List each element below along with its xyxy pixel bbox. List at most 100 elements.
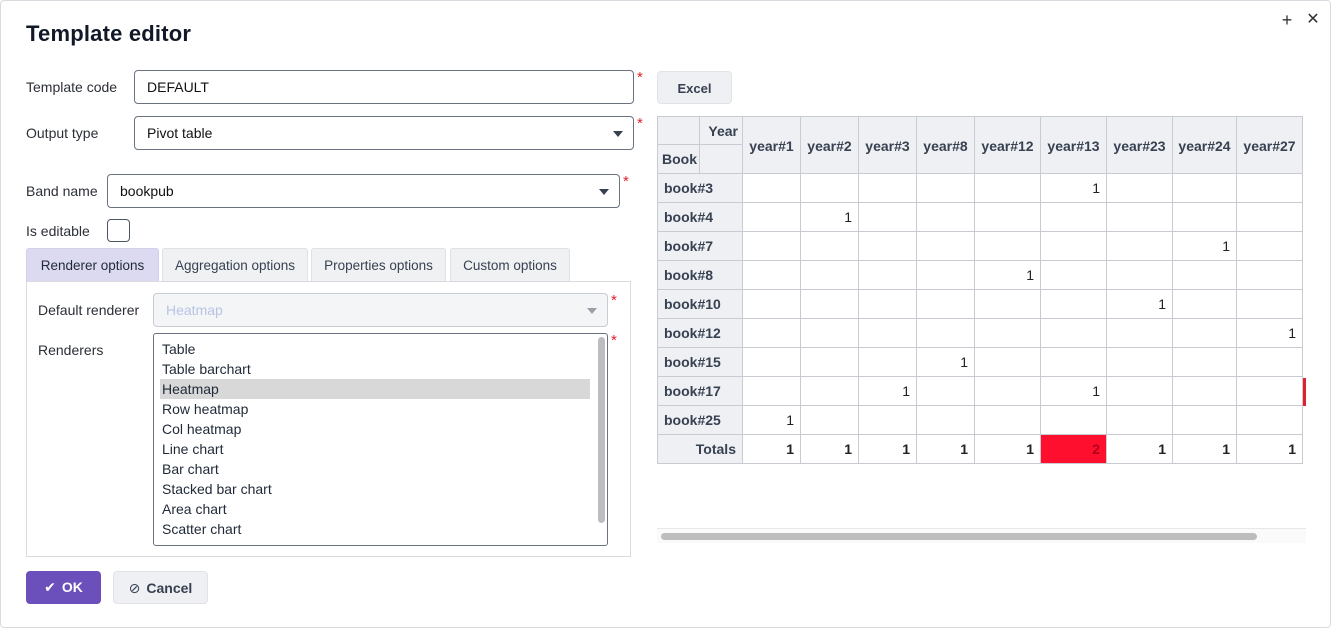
pivot-cell-value <box>1237 290 1303 319</box>
pivot-cell-value: 1 <box>917 348 975 377</box>
pivot-cell-value <box>743 203 801 232</box>
pivot-cell-value <box>917 232 975 261</box>
pivot-cell-value <box>801 174 859 203</box>
renderers-listbox[interactable]: Table Table barchart Heatmap Row heatmap Col… <box>153 333 608 546</box>
excel-export-button[interactable]: Excel <box>657 71 732 104</box>
pivot-cell-value <box>975 348 1041 377</box>
pivot-cell-value <box>917 319 975 348</box>
pivot-cell-value <box>975 174 1041 203</box>
pivot-total-value: 1 <box>1173 435 1237 464</box>
band-name-value: bookpub <box>120 183 174 199</box>
pivot-cell-value <box>1041 290 1107 319</box>
pivot-col-header: year#3 <box>859 116 917 174</box>
pivot-corner-blank <box>700 145 743 174</box>
pivot-cell-value <box>975 319 1041 348</box>
pivot-cell-value: 1 <box>743 406 801 435</box>
pivot-cell-value <box>1041 348 1107 377</box>
is-editable-checkbox[interactable] <box>107 219 130 242</box>
pivot-col-header: year#8 <box>917 116 975 174</box>
renderer-option[interactable]: Scatter chart <box>160 519 590 539</box>
pivot-cell-value <box>859 319 917 348</box>
pivot-total-value: 1 <box>917 435 975 464</box>
pivot-cell-value <box>1237 203 1303 232</box>
pivot-cell-value <box>975 232 1041 261</box>
close-icon[interactable]: ✕ <box>1303 10 1323 30</box>
tab-aggregation-options[interactable]: Aggregation options <box>162 248 308 282</box>
tab-custom-options[interactable]: Custom options <box>450 248 570 282</box>
pivot-cell-value <box>859 261 917 290</box>
ok-button[interactable]: ✔ OK <box>26 571 101 604</box>
tab-renderer-options[interactable]: Renderer options <box>26 248 159 282</box>
renderer-option[interactable]: Area chart <box>160 499 590 519</box>
tab-properties-options[interactable]: Properties options <box>311 248 446 282</box>
dialog-title: Template editor <box>26 21 192 46</box>
required-marker: * <box>611 292 617 309</box>
pivot-cell-value <box>1107 261 1173 290</box>
pivot-cell-value <box>859 406 917 435</box>
pivot-cell-value <box>1237 261 1303 290</box>
pivot-cell-value: 1 <box>1107 290 1173 319</box>
pivot-row-header: book#10 <box>657 290 743 319</box>
pivot-cell-value <box>743 348 801 377</box>
pivot-cell-value: 1 <box>1041 174 1107 203</box>
pivot-cell-value <box>1107 377 1173 406</box>
pivot-row-header: book#17 <box>657 377 743 406</box>
pivot-cell-value <box>743 261 801 290</box>
default-renderer-label: Default renderer <box>38 302 140 318</box>
pivot-col-header: year#12 <box>975 116 1041 174</box>
required-marker: * <box>637 115 643 132</box>
pivot-cell-value <box>859 174 917 203</box>
pivot-col-header: year#13 <box>1041 116 1107 174</box>
pivot-cell-value <box>917 406 975 435</box>
horizontal-scroll-thumb[interactable] <box>661 533 1257 540</box>
cancel-button[interactable]: ⊘ Cancel <box>113 571 208 604</box>
pivot-cell-value <box>917 203 975 232</box>
pivot-cell-value <box>1173 203 1237 232</box>
cancel-circle-icon: ⊘ <box>128 580 141 596</box>
pivot-cell-value <box>1173 290 1237 319</box>
pivot-cell-value <box>801 290 859 319</box>
pivot-cell-value <box>1041 261 1107 290</box>
horizontal-scrollbar[interactable] <box>657 528 1306 543</box>
band-name-select[interactable]: bookpub <box>107 174 620 208</box>
pivot-col-header: year#27 <box>1237 116 1303 174</box>
renderer-option[interactable]: Table barchart <box>160 359 590 379</box>
cancel-label: Cancel <box>146 580 193 596</box>
pivot-total-value: 2 <box>1041 435 1107 464</box>
pivot-cell-value <box>1237 232 1303 261</box>
pivot-cell-value <box>1173 319 1237 348</box>
pivot-cell-value <box>801 406 859 435</box>
renderer-option[interactable]: Col heatmap <box>160 419 590 439</box>
pivot-cell-value <box>801 232 859 261</box>
template-editor-dialog: Template editor + ✕ Template code * Outp… <box>0 0 1331 628</box>
vertical-scrollbar[interactable] <box>598 337 605 523</box>
pivot-cell-value <box>1237 406 1303 435</box>
pivot-cell-value: 1 <box>859 377 917 406</box>
pivot-col-header: year#23 <box>1107 116 1173 174</box>
pivot-cell-value <box>975 406 1041 435</box>
required-marker: * <box>611 332 617 349</box>
pivot-row-header: book#25 <box>657 406 743 435</box>
pivot-total-value: 1 <box>1107 435 1173 464</box>
chevron-down-icon <box>599 189 609 195</box>
pivot-cell-value <box>859 348 917 377</box>
renderer-option[interactable]: Line chart <box>160 439 590 459</box>
output-type-select[interactable]: Pivot table <box>134 116 634 150</box>
pivot-cell-value: 1 <box>801 203 859 232</box>
pivot-col-header: year#1 <box>743 116 801 174</box>
pivot-cell-value <box>1173 174 1237 203</box>
renderer-option[interactable]: Table <box>160 339 590 359</box>
renderer-option[interactable]: Bar chart <box>160 459 590 479</box>
renderer-option[interactable]: Stacked bar chart <box>160 479 590 499</box>
pivot-cell-value <box>1107 203 1173 232</box>
pivot-total-value: 1 <box>743 435 801 464</box>
maximize-icon[interactable]: + <box>1277 10 1297 30</box>
pivot-cell-value <box>975 290 1041 319</box>
renderer-option[interactable]: Heatmap <box>160 379 590 399</box>
pivot-cell-value <box>1173 377 1237 406</box>
template-code-input[interactable] <box>134 70 634 104</box>
pivot-col-header: year#2 <box>801 116 859 174</box>
pivot-cell-value <box>975 377 1041 406</box>
renderer-option[interactable]: Row heatmap <box>160 399 590 419</box>
pivot-cell-value <box>917 174 975 203</box>
